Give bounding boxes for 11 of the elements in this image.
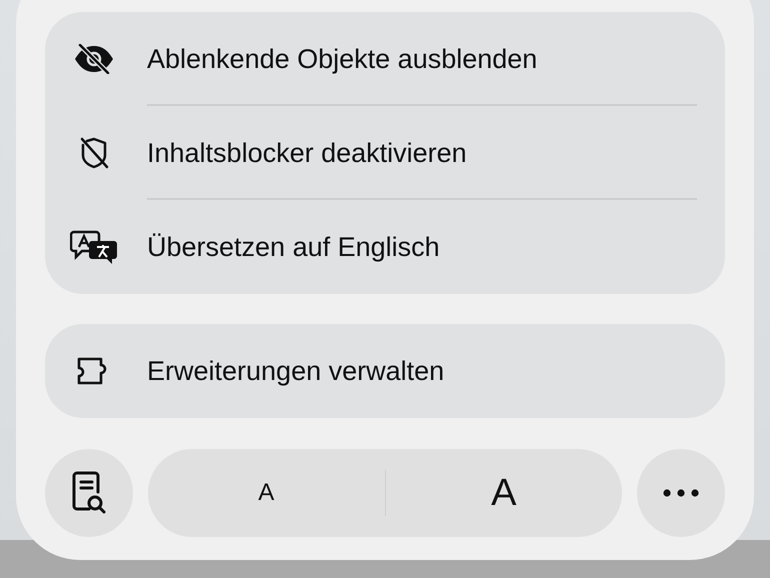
menu-item[interactable]: Übersetzen auf Englisch: [45, 200, 697, 294]
menu-item[interactable]: Ablenkende Objekte ausblenden: [45, 12, 697, 106]
hidden-eye-icon: [73, 44, 115, 74]
crossed-shield-icon: [79, 137, 109, 169]
more-icon: [663, 489, 699, 497]
menu-item[interactable]: Inhaltsblocker deaktivieren: [45, 106, 697, 200]
smaller-text-button[interactable]: A: [148, 449, 384, 537]
translate-bubbles-icon: [70, 230, 118, 264]
larger-text-button[interactable]: A: [386, 449, 622, 537]
document-search-icon: [71, 471, 107, 515]
menu-item[interactable]: Erweiterungen verwalten: [45, 324, 697, 418]
